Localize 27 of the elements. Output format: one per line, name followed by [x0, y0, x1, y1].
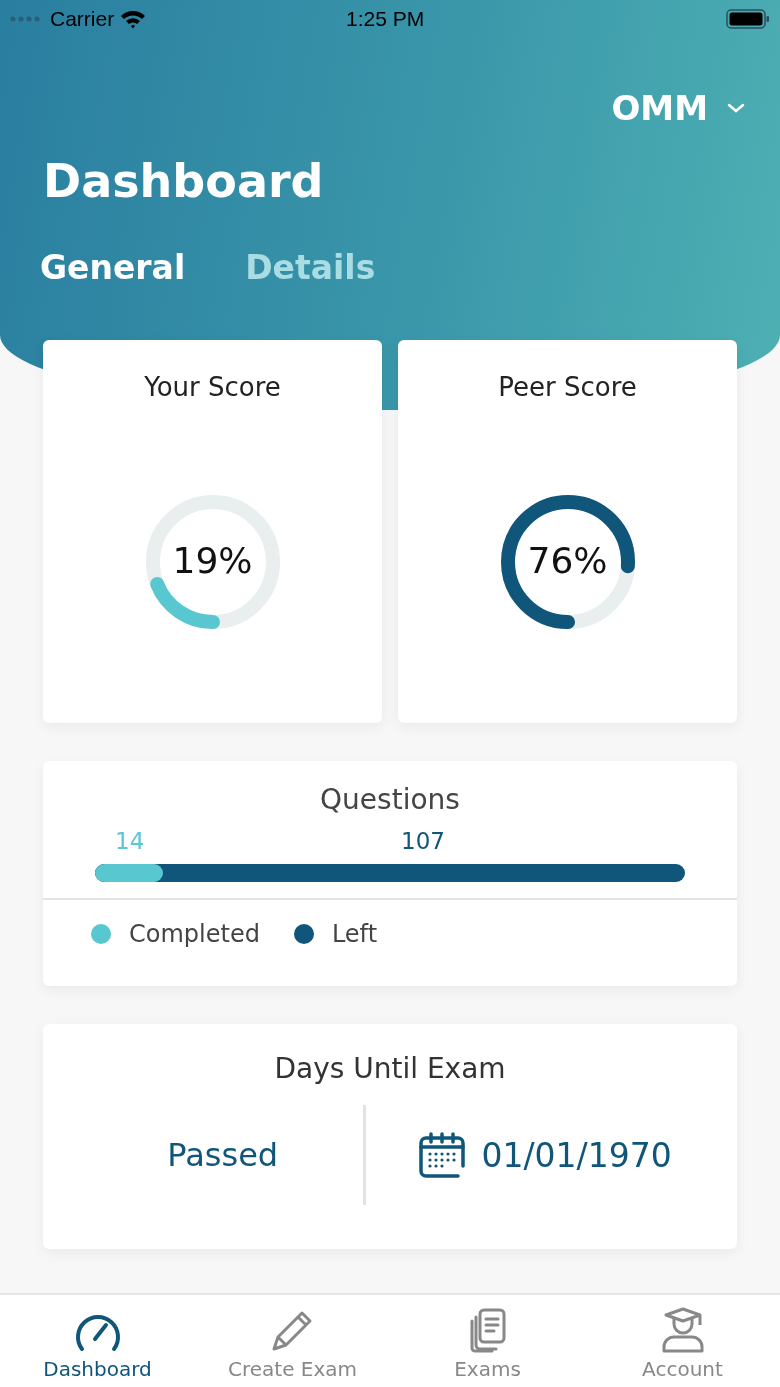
speedometer-icon — [73, 1315, 122, 1353]
exam-date: 01/01/1970 — [481, 1135, 672, 1175]
exam-status: Passed — [166, 1136, 279, 1174]
header-tab[interactable]: General — [40, 248, 186, 287]
days-title: Days Until Exam — [274, 1052, 506, 1085]
left-count: 107 — [401, 828, 445, 854]
legend-label: Completed — [129, 920, 260, 948]
calendar-icon — [417, 1132, 466, 1178]
battery-icon — [726, 9, 770, 29]
tab-bar-item[interactable]: Exams — [390, 1295, 585, 1387]
score-title: Peer Score — [498, 372, 637, 402]
tab-bar-item[interactable]: Create Exam — [195, 1295, 390, 1387]
chevron-down-icon — [726, 102, 746, 114]
header-tab[interactable]: Details — [245, 248, 376, 287]
status-time: 1:25 PM — [346, 7, 425, 31]
score-value: 76% — [526, 540, 609, 581]
score-value: 19% — [171, 540, 254, 581]
exam-selector[interactable]: OMM — [611, 86, 746, 130]
carrier-label: Carrier — [50, 7, 115, 31]
page-title: Dashboard — [43, 158, 324, 204]
tab-bar-item[interactable]: Dashboard — [0, 1295, 195, 1387]
tab-bar-item[interactable]: Account — [585, 1295, 780, 1387]
score-title: Your Score — [144, 372, 281, 402]
wifi-icon — [120, 9, 147, 29]
legend-label: Left — [331, 920, 378, 948]
completed-count: 14 — [115, 828, 145, 854]
questions-title: Questions — [320, 783, 460, 816]
